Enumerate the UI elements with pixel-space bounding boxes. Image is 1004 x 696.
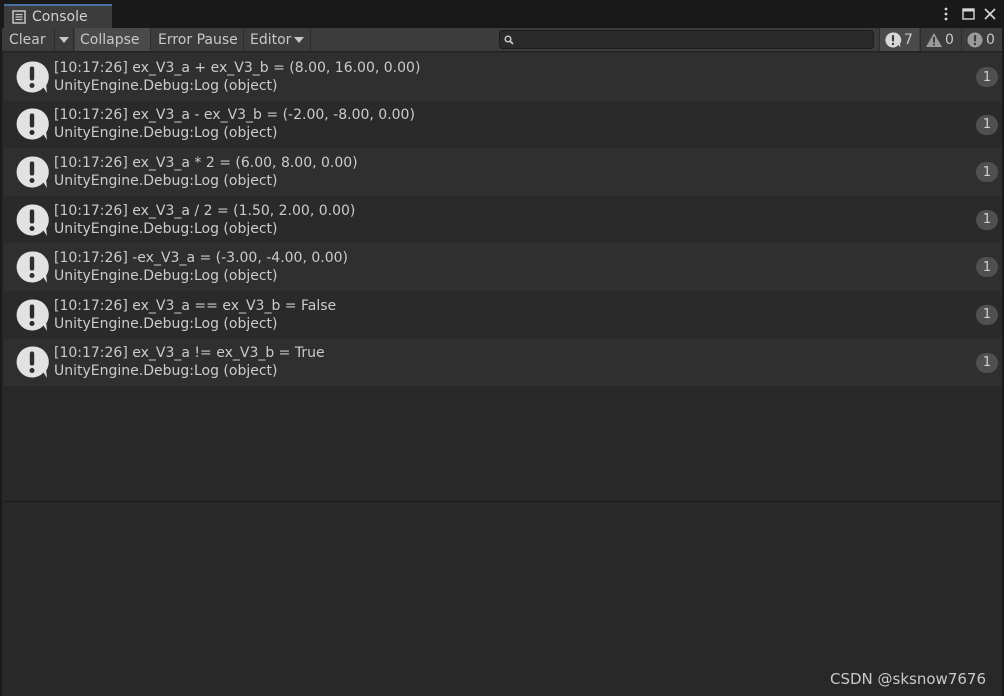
collapse-count-badge: 1 <box>976 257 998 278</box>
error-pause-label: Error Pause <box>158 31 238 48</box>
info-icon <box>16 204 49 236</box>
collapse-toggle[interactable]: Collapse <box>75 28 151 51</box>
log-stack-trace: UnityEngine.Debug:Log (object) <box>54 77 278 94</box>
warning-icon <box>926 32 942 47</box>
clear-button[interactable]: Clear <box>4 28 54 51</box>
log-entry-list[interactable]: [10:17:26] ex_V3_a + ex_V3_b = (8.00, 16… <box>4 53 1002 501</box>
log-count: 7 <box>904 31 913 48</box>
warning-filter-toggle[interactable]: 0 <box>920 28 960 51</box>
log-stack-trace: UnityEngine.Debug:Log (object) <box>54 268 278 285</box>
log-stack-trace: UnityEngine.Debug:Log (object) <box>54 315 278 332</box>
log-stack-trace: UnityEngine.Debug:Log (object) <box>54 363 278 380</box>
chevron-down-icon <box>59 36 69 43</box>
error-pause-toggle[interactable]: Error Pause <box>152 28 244 51</box>
collapse-count-badge: 1 <box>976 114 998 135</box>
clear-options-dropdown[interactable] <box>54 28 74 51</box>
log-message: [10:17:26] ex_V3_a != ex_V3_b = True <box>54 345 325 362</box>
log-entry[interactable]: [10:17:26] ex_V3_a * 2 = (6.00, 8.00, 0.… <box>4 148 1002 196</box>
console-window: Console Clear Collapse Error Pause Edito… <box>0 0 1004 696</box>
console-toolbar: Clear Collapse Error Pause Editor 7 0 0 <box>2 28 1002 52</box>
log-entry-text: [10:17:26] ex_V3_a + ex_V3_b = (8.00, 16… <box>54 59 420 95</box>
collapse-count-badge: 1 <box>976 352 998 373</box>
editor-dropdown[interactable]: Editor <box>245 28 311 51</box>
log-entry[interactable]: [10:17:26] ex_V3_a + ex_V3_b = (8.00, 16… <box>4 53 1002 101</box>
log-message: [10:17:26] ex_V3_a == ex_V3_b = False <box>54 297 337 314</box>
search-icon <box>504 35 514 45</box>
info-icon <box>16 108 49 141</box>
console-icon <box>12 10 26 24</box>
log-filter-toggle[interactable]: 7 <box>879 28 919 51</box>
editor-label: Editor <box>250 31 292 48</box>
log-message: [10:17:26] ex_V3_a * 2 = (6.00, 8.00, 0.… <box>54 154 358 171</box>
log-stack-trace: UnityEngine.Debug:Log (object) <box>54 172 278 189</box>
log-entry[interactable]: [10:17:26] ex_V3_a == ex_V3_b = False Un… <box>4 290 1002 339</box>
log-message: [10:17:26] ex_V3_a - ex_V3_b = (-2.00, -… <box>54 107 415 124</box>
tab-title: Console <box>32 9 88 25</box>
clear-label: Clear <box>9 31 46 48</box>
info-icon <box>16 251 49 284</box>
tab-bar: Console <box>2 0 1002 28</box>
log-entry[interactable]: [10:17:26] -ex_V3_a = (-3.00, -4.00, 0.0… <box>4 243 1002 291</box>
info-icon <box>16 346 49 379</box>
log-entry-text: [10:17:26] ex_V3_a * 2 = (6.00, 8.00, 0.… <box>54 154 358 190</box>
info-icon <box>16 156 49 188</box>
tab-console[interactable]: Console <box>4 4 112 28</box>
log-entry[interactable]: [10:17:26] ex_V3_a - ex_V3_b = (-2.00, -… <box>4 100 1002 149</box>
collapse-count-badge: 1 <box>976 304 998 325</box>
watermark: CSDN @sksnow7676 <box>830 670 986 688</box>
error-count: 0 <box>986 31 995 48</box>
log-stack-trace: UnityEngine.Debug:Log (object) <box>54 125 278 142</box>
chevron-down-icon <box>294 36 305 43</box>
info-icon <box>885 31 902 47</box>
info-icon <box>16 61 49 93</box>
search-field[interactable] <box>499 30 874 49</box>
log-stack-trace: UnityEngine.Debug:Log (object) <box>54 220 278 237</box>
log-message: [10:17:26] -ex_V3_a = (-3.00, -4.00, 0.0… <box>54 250 348 267</box>
warning-count: 0 <box>945 31 954 48</box>
error-icon <box>967 32 983 47</box>
window-controls <box>938 4 998 24</box>
log-entry-text: [10:17:26] ex_V3_a == ex_V3_b = False Un… <box>54 297 336 333</box>
error-filter-toggle[interactable]: 0 <box>961 28 1004 51</box>
collapse-count-badge: 1 <box>976 67 998 87</box>
collapse-label: Collapse <box>80 31 140 48</box>
search-input[interactable] <box>514 31 873 48</box>
log-entry-text: [10:17:26] ex_V3_a != ex_V3_b = True Uni… <box>54 344 325 380</box>
maximize-icon[interactable] <box>960 5 976 23</box>
log-entry[interactable]: [10:17:26] ex_V3_a != ex_V3_b = True Uni… <box>4 338 1002 387</box>
log-entry-text: [10:17:26] -ex_V3_a = (-3.00, -4.00, 0.0… <box>54 249 348 285</box>
collapse-count-badge: 1 <box>976 209 998 230</box>
info-icon <box>16 299 49 331</box>
log-message: [10:17:26] ex_V3_a + ex_V3_b = (8.00, 16… <box>54 59 421 76</box>
log-entry-text: [10:17:26] ex_V3_a / 2 = (1.50, 2.00, 0.… <box>54 202 355 238</box>
close-icon[interactable] <box>982 5 998 23</box>
log-entry-text: [10:17:26] ex_V3_a - ex_V3_b = (-2.00, -… <box>54 106 415 142</box>
stack-trace-detail-panel[interactable] <box>4 502 1002 694</box>
log-entry[interactable]: [10:17:26] ex_V3_a / 2 = (1.50, 2.00, 0.… <box>4 195 1002 244</box>
collapse-count-badge: 1 <box>976 162 998 183</box>
log-message: [10:17:26] ex_V3_a / 2 = (1.50, 2.00, 0.… <box>54 202 356 219</box>
more-options-icon[interactable] <box>938 5 954 23</box>
